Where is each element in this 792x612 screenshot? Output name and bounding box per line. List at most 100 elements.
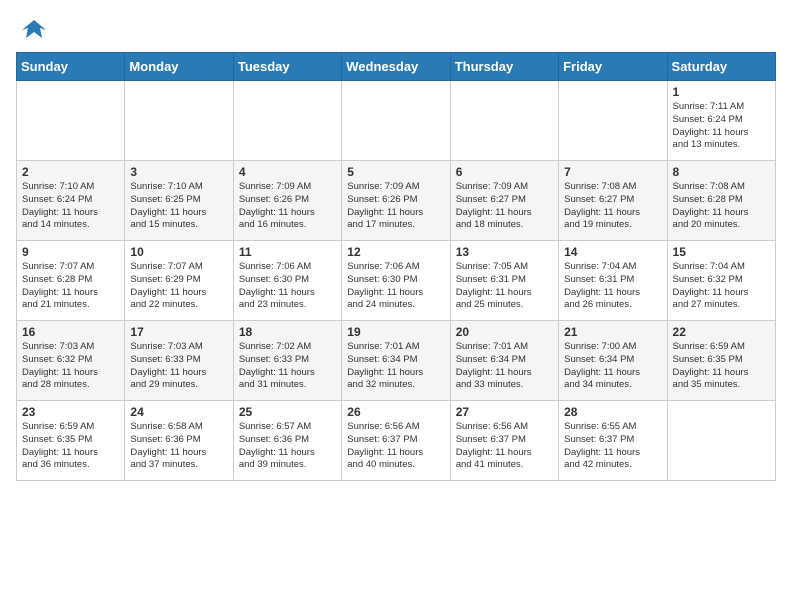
day-number: 25 <box>239 405 336 419</box>
day-info: Sunrise: 7:03 AM Sunset: 6:33 PM Dayligh… <box>130 341 227 392</box>
calendar-cell: 8Sunrise: 7:08 AM Sunset: 6:28 PM Daylig… <box>667 161 775 241</box>
calendar-cell <box>559 81 667 161</box>
calendar-cell <box>125 81 233 161</box>
calendar-cell: 12 Sunrise: 7:06 AM Sunset: 6:30 PM Dayli… <box>342 241 450 321</box>
day-info: Sunrise: 6:57 AM Sunset: 6:36 PM Dayligh… <box>239 421 336 472</box>
weekday-header-wednesday: Wednesday <box>342 53 450 81</box>
calendar-week-5: 23 Sunrise: 6:59 AM Sunset: 6:35 PM Dayli… <box>17 401 776 481</box>
day-info: Sunrise: 7:05 AM Sunset: 6:31 PM Dayligh… <box>456 261 553 312</box>
day-info: Sunrise: 7:09 AM Sunset: 6:26 PM Dayligh… <box>239 181 336 232</box>
calendar-cell: 4 Sunrise: 7:09 AM Sunset: 6:26 PM Daylig… <box>233 161 341 241</box>
day-info: Sunrise: 7:10 AM Sunset: 6:24 PM Dayligh… <box>22 181 119 232</box>
calendar-cell <box>450 81 558 161</box>
calendar-cell: 14 Sunrise: 7:04 AM Sunset: 6:31 PM Dayli… <box>559 241 667 321</box>
day-number: 7 <box>564 165 661 179</box>
day-number: 27 <box>456 405 553 419</box>
day-info: Sunrise: 6:59 AM Sunset: 6:35 PM Dayligh… <box>673 341 770 392</box>
calendar-cell <box>667 401 775 481</box>
calendar-cell: 9 Sunrise: 7:07 AM Sunset: 6:28 PM Daylig… <box>17 241 125 321</box>
day-info: Sunrise: 7:09 AM Sunset: 6:26 PM Dayligh… <box>347 181 444 232</box>
page-header <box>16 16 776 40</box>
day-number: 12 <box>347 245 444 259</box>
calendar-cell: 23 Sunrise: 6:59 AM Sunset: 6:35 PM Dayli… <box>17 401 125 481</box>
day-number: 24 <box>130 405 227 419</box>
day-info: Sunrise: 7:02 AM Sunset: 6:33 PM Dayligh… <box>239 341 336 392</box>
weekday-header-saturday: Saturday <box>667 53 775 81</box>
calendar-cell: 25 Sunrise: 6:57 AM Sunset: 6:36 PM Dayli… <box>233 401 341 481</box>
calendar-cell: 11 Sunrise: 7:06 AM Sunset: 6:30 PM Dayli… <box>233 241 341 321</box>
weekday-header-thursday: Thursday <box>450 53 558 81</box>
day-info: Sunrise: 7:09 AM Sunset: 6:27 PM Dayligh… <box>456 181 553 232</box>
day-number: 19 <box>347 325 444 339</box>
calendar-cell <box>342 81 450 161</box>
calendar-cell: 1 Sunrise: 7:11 AM Sunset: 6:24 PM Daylig… <box>667 81 775 161</box>
day-number: 13 <box>456 245 553 259</box>
day-number: 14 <box>564 245 661 259</box>
day-number: 20 <box>456 325 553 339</box>
day-number: 2 <box>22 165 119 179</box>
calendar-cell: 27Sunrise: 6:56 AM Sunset: 6:37 PM Dayli… <box>450 401 558 481</box>
day-number: 23 <box>22 405 119 419</box>
day-info: Sunrise: 6:58 AM Sunset: 6:36 PM Dayligh… <box>130 421 227 472</box>
day-info: Sunrise: 7:04 AM Sunset: 6:31 PM Dayligh… <box>564 261 661 312</box>
day-info: Sunrise: 7:07 AM Sunset: 6:28 PM Dayligh… <box>22 261 119 312</box>
day-number: 9 <box>22 245 119 259</box>
calendar-cell <box>233 81 341 161</box>
calendar-cell: 10 Sunrise: 7:07 AM Sunset: 6:29 PM Dayli… <box>125 241 233 321</box>
calendar-week-4: 16Sunrise: 7:03 AM Sunset: 6:32 PM Dayli… <box>17 321 776 401</box>
day-number: 15 <box>673 245 770 259</box>
day-number: 5 <box>347 165 444 179</box>
calendar-week-3: 9 Sunrise: 7:07 AM Sunset: 6:28 PM Daylig… <box>17 241 776 321</box>
day-info: Sunrise: 7:08 AM Sunset: 6:28 PM Dayligh… <box>673 181 770 232</box>
calendar-week-2: 2 Sunrise: 7:10 AM Sunset: 6:24 PM Daylig… <box>17 161 776 241</box>
day-number: 11 <box>239 245 336 259</box>
weekday-header-tuesday: Tuesday <box>233 53 341 81</box>
day-info: Sunrise: 7:07 AM Sunset: 6:29 PM Dayligh… <box>130 261 227 312</box>
weekday-header-monday: Monday <box>125 53 233 81</box>
weekday-header-sunday: Sunday <box>17 53 125 81</box>
day-info: Sunrise: 6:55 AM Sunset: 6:37 PM Dayligh… <box>564 421 661 472</box>
calendar-cell: 22 Sunrise: 6:59 AM Sunset: 6:35 PM Dayli… <box>667 321 775 401</box>
calendar-week-1: 1 Sunrise: 7:11 AM Sunset: 6:24 PM Daylig… <box>17 81 776 161</box>
day-info: Sunrise: 7:10 AM Sunset: 6:25 PM Dayligh… <box>130 181 227 232</box>
calendar-cell: 13 Sunrise: 7:05 AM Sunset: 6:31 PM Dayli… <box>450 241 558 321</box>
calendar-cell: 17 Sunrise: 7:03 AM Sunset: 6:33 PM Dayli… <box>125 321 233 401</box>
calendar-cell: 21 Sunrise: 7:00 AM Sunset: 6:34 PM Dayli… <box>559 321 667 401</box>
day-number: 4 <box>239 165 336 179</box>
day-number: 6 <box>456 165 553 179</box>
day-info: Sunrise: 7:01 AM Sunset: 6:34 PM Dayligh… <box>456 341 553 392</box>
calendar-cell: 16Sunrise: 7:03 AM Sunset: 6:32 PM Dayli… <box>17 321 125 401</box>
day-number: 1 <box>673 85 770 99</box>
day-info: Sunrise: 6:59 AM Sunset: 6:35 PM Dayligh… <box>22 421 119 472</box>
calendar-cell <box>17 81 125 161</box>
day-number: 28 <box>564 405 661 419</box>
calendar-cell: 24 Sunrise: 6:58 AM Sunset: 6:36 PM Dayli… <box>125 401 233 481</box>
day-number: 26 <box>347 405 444 419</box>
calendar-cell: 18 Sunrise: 7:02 AM Sunset: 6:33 PM Dayli… <box>233 321 341 401</box>
logo <box>16 16 48 40</box>
calendar-cell: 6 Sunrise: 7:09 AM Sunset: 6:27 PM Daylig… <box>450 161 558 241</box>
calendar-table: SundayMondayTuesdayWednesdayThursdayFrid… <box>16 52 776 481</box>
calendar-cell: 26Sunrise: 6:56 AM Sunset: 6:37 PM Dayli… <box>342 401 450 481</box>
day-number: 21 <box>564 325 661 339</box>
day-info: Sunrise: 7:06 AM Sunset: 6:30 PM Dayligh… <box>347 261 444 312</box>
day-number: 3 <box>130 165 227 179</box>
calendar-cell: 20 Sunrise: 7:01 AM Sunset: 6:34 PM Dayli… <box>450 321 558 401</box>
day-info: Sunrise: 7:06 AM Sunset: 6:30 PM Dayligh… <box>239 261 336 312</box>
day-info: Sunrise: 7:03 AM Sunset: 6:32 PM Dayligh… <box>22 341 119 392</box>
day-number: 17 <box>130 325 227 339</box>
calendar-header-row: SundayMondayTuesdayWednesdayThursdayFrid… <box>17 53 776 81</box>
calendar-body: 1 Sunrise: 7:11 AM Sunset: 6:24 PM Daylig… <box>17 81 776 481</box>
day-number: 18 <box>239 325 336 339</box>
day-info: Sunrise: 7:04 AM Sunset: 6:32 PM Dayligh… <box>673 261 770 312</box>
day-info: Sunrise: 7:01 AM Sunset: 6:34 PM Dayligh… <box>347 341 444 392</box>
day-info: Sunrise: 7:08 AM Sunset: 6:27 PM Dayligh… <box>564 181 661 232</box>
day-info: Sunrise: 7:00 AM Sunset: 6:34 PM Dayligh… <box>564 341 661 392</box>
day-number: 10 <box>130 245 227 259</box>
day-info: Sunrise: 7:11 AM Sunset: 6:24 PM Dayligh… <box>673 101 770 152</box>
calendar-cell: 3 Sunrise: 7:10 AM Sunset: 6:25 PM Daylig… <box>125 161 233 241</box>
calendar-cell: 5 Sunrise: 7:09 AM Sunset: 6:26 PM Daylig… <box>342 161 450 241</box>
calendar-cell: 15 Sunrise: 7:04 AM Sunset: 6:32 PM Dayli… <box>667 241 775 321</box>
calendar-cell: 28 Sunrise: 6:55 AM Sunset: 6:37 PM Dayli… <box>559 401 667 481</box>
day-number: 22 <box>673 325 770 339</box>
